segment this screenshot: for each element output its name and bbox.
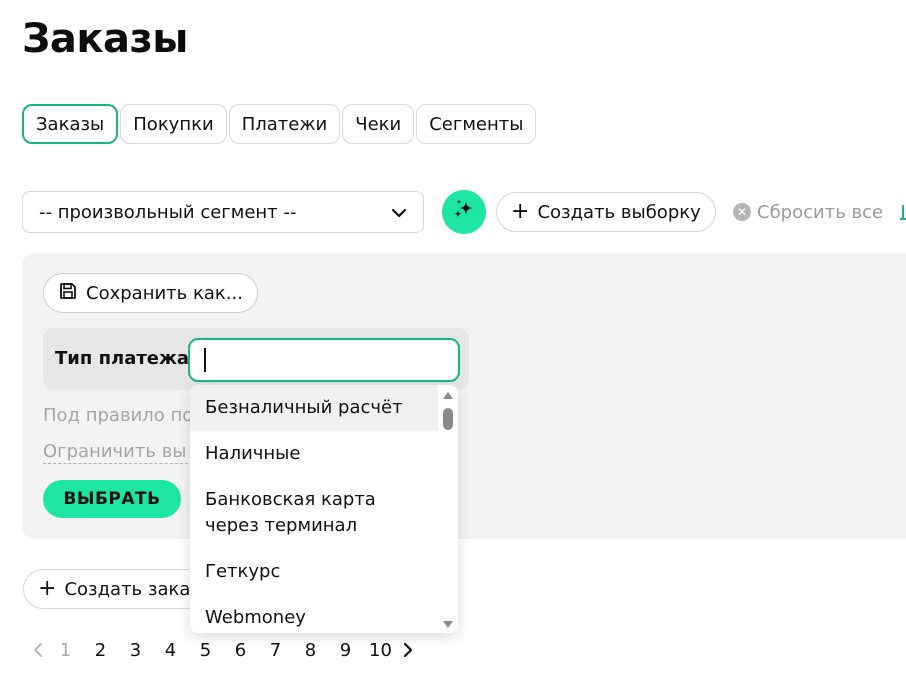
payment-type-dropdown: Безналичный расчёт Наличные Банковская к… — [190, 385, 458, 633]
chevron-down-icon — [391, 202, 407, 223]
orders-page: Заказы Заказы Покупки Платежи Чеки Сегме… — [0, 0, 906, 683]
page-number[interactable]: 10 — [363, 640, 398, 661]
create-selection-button[interactable]: + Создать выборку — [496, 192, 716, 232]
sparkles-icon — [450, 196, 478, 228]
page-number[interactable]: 4 — [153, 640, 188, 661]
chevron-right-icon[interactable] — [398, 642, 418, 658]
scroll-thumb[interactable] — [443, 408, 453, 430]
cut-off-icon — [900, 203, 906, 221]
payment-type-input[interactable] — [188, 338, 460, 382]
dropdown-option[interactable]: Геткурс — [190, 549, 438, 595]
page-number[interactable]: 6 — [223, 640, 258, 661]
tab-payments[interactable]: Платежи — [228, 104, 341, 144]
save-as-label: Сохранить как... — [86, 282, 243, 304]
add-sub-rule-link[interactable]: Под правило по — [43, 405, 193, 426]
dropdown-option[interactable]: Банковская карта через терминал — [190, 477, 438, 549]
scroll-up-arrow-icon[interactable] — [443, 392, 453, 399]
scroll-down-arrow-icon[interactable] — [443, 621, 453, 628]
page-number[interactable]: 8 — [293, 640, 328, 661]
tab-orders[interactable]: Заказы — [22, 104, 119, 144]
create-order-label: Создать заказ — [64, 578, 200, 600]
tab-receipts[interactable]: Чеки — [342, 104, 415, 144]
dropdown-scrollbar[interactable] — [438, 385, 458, 633]
tab-purchases[interactable]: Покупки — [120, 104, 227, 144]
chevron-left-icon[interactable] — [28, 642, 48, 658]
plus-icon: + — [38, 576, 57, 601]
close-circle-icon: ✕ — [733, 203, 751, 221]
limit-selection-link[interactable]: Ограничить вы — [43, 441, 193, 464]
reset-all-button[interactable]: ✕ Сбросить все — [733, 200, 883, 224]
page-number[interactable]: 5 — [188, 640, 223, 661]
page-number[interactable]: 2 — [83, 640, 118, 661]
tab-segments[interactable]: Сегменты — [416, 104, 537, 144]
page-number[interactable]: 7 — [258, 640, 293, 661]
select-button[interactable]: ВЫБРАТЬ — [43, 480, 181, 518]
dropdown-option[interactable]: Наличные — [190, 431, 438, 477]
text-caret — [204, 348, 206, 372]
save-as-button[interactable]: Сохранить как... — [43, 273, 258, 313]
ai-assistant-button[interactable] — [442, 190, 486, 234]
page-number[interactable]: 3 — [118, 640, 153, 661]
reset-all-label: Сбросить все — [757, 201, 884, 223]
segment-select-value: -- произвольный сегмент -- — [39, 201, 297, 223]
create-selection-label: Создать выборку — [537, 201, 701, 223]
page-title: Заказы — [22, 16, 188, 62]
save-icon — [58, 281, 78, 306]
rule-label: Тип платежа — [55, 348, 190, 369]
pagination: 1 2 3 4 5 6 7 8 9 10 — [28, 637, 418, 663]
tabs-bar: Заказы Покупки Платежи Чеки Сегменты — [22, 104, 537, 144]
plus-icon: + — [511, 199, 530, 224]
page-number-current[interactable]: 1 — [48, 640, 83, 661]
dropdown-option[interactable]: Безналичный расчёт — [190, 385, 438, 431]
page-number[interactable]: 9 — [328, 640, 363, 661]
dropdown-option[interactable]: Webmoney — [190, 595, 438, 633]
segment-select[interactable]: -- произвольный сегмент -- — [22, 191, 424, 233]
